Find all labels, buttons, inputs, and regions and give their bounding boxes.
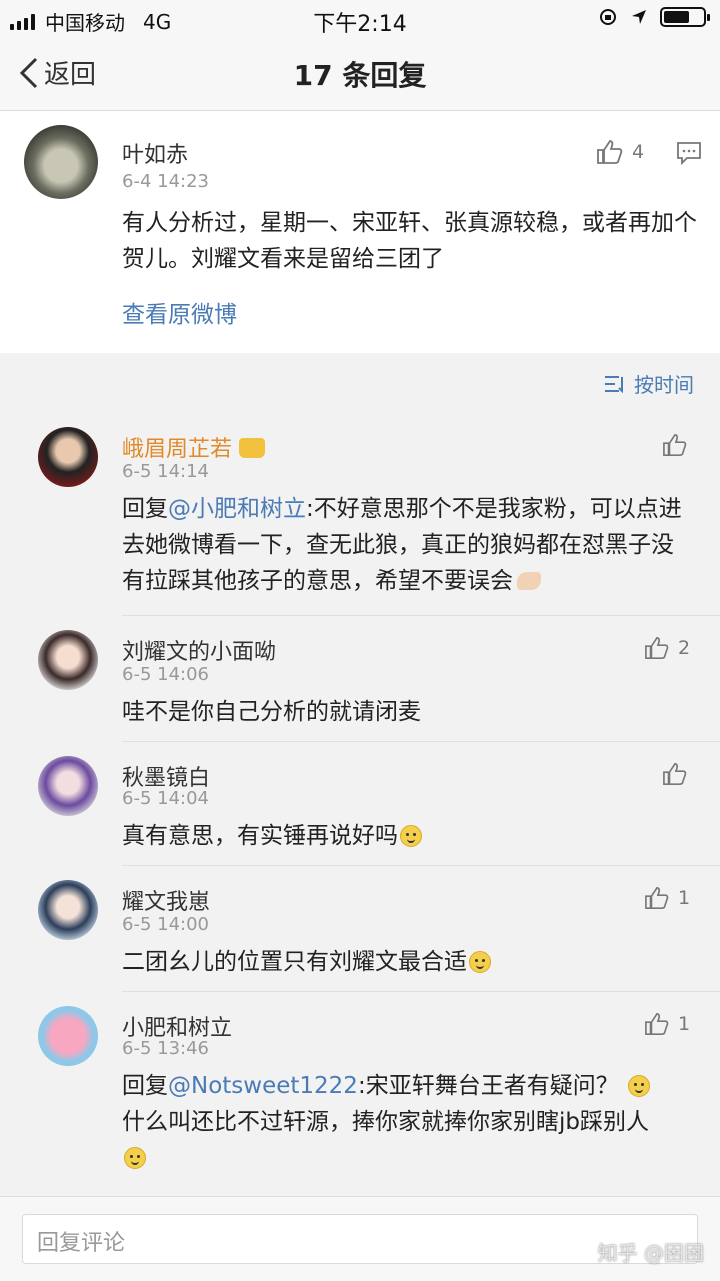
mention-link[interactable]: @小肥和树立 [168,496,306,522]
reply-bar: 回复评论 知乎 @困困 [0,1196,720,1281]
crown-icon [239,438,266,458]
smile-emoji-icon [400,825,422,847]
thinking-emoji-icon [628,1075,651,1097]
thumb-up-icon [663,434,687,456]
location-icon [632,10,646,24]
reply-input[interactable]: 回复评论 [22,1214,698,1264]
like-button[interactable] [662,762,688,786]
main-comment: 叶如赤 6-4 14:23 4 有人分析过，星期一、宋亚轩、张真源较稳，或者再加… [0,111,720,353]
page-title: 17 条回复 [293,59,427,92]
reply-author[interactable]: 峨眉周芷若 [122,431,266,463]
comment-icon[interactable] [676,141,702,165]
comment-author[interactable]: 叶如赤 [122,137,188,169]
reply-time: 6-5 14:14 [122,461,209,482]
mention-link[interactable]: @Notsweet1222 [168,1073,358,1099]
like-count: 4 [632,141,645,163]
orientation-lock-icon [600,9,616,25]
avatar[interactable] [24,125,98,199]
avatar[interactable] [38,1006,98,1066]
like-button[interactable]: 1 [644,886,690,910]
watermark: 知乎 @困困 [597,1241,704,1265]
thumb-up-icon [645,637,669,659]
thumb-up-icon [645,1013,669,1035]
reply-time: 6-5 14:06 [122,664,209,685]
reply-item: 耀文我崽 6-5 14:00 1 二团幺儿的位置只有刘耀文最合适 [0,866,720,992]
reply-item: 峨眉周芷若 6-5 14:14 回复@小肥和树立:不好意思那个不是我家粉，可以点… [0,411,720,616]
view-original-link[interactable]: 查看原微博 [122,297,237,333]
reply-item: 秋墨镜白 6-5 14:04 真有意思，有实锤再说好吗 [0,742,720,866]
status-bar: 中国移动 4G 下午2:14 [0,0,720,38]
reply-text: 回复@Notsweet1222:宋亚轩舞台王者有疑问？ 什么叫还比不过轩源，捧你… [122,1068,692,1176]
thumb-up-icon [597,140,623,164]
thumb-up-icon [663,763,687,785]
like-count: 1 [678,887,691,909]
like-button[interactable]: 1 [644,1012,690,1036]
hands-emoji-icon [517,572,541,590]
like-count: 1 [678,1013,691,1035]
like-count: 2 [678,637,691,659]
reply-author[interactable]: 刘耀文的小面呦 [122,634,276,666]
like-button[interactable] [662,433,688,457]
reply-text: 哇不是你自己分析的就请闭麦 [122,699,421,725]
reply-item: 小肥和树立 6-5 13:46 1 回复@Notsweet1222:宋亚轩舞台王… [0,992,720,1192]
comment-text: 有人分析过，星期一、宋亚轩、张真源较稳，或者再加个贺儿。刘耀文看来是留给三团了 [122,210,697,272]
reply-author[interactable]: 耀文我崽 [122,884,210,916]
reply-time: 6-5 14:04 [122,788,209,809]
comment-time: 6-4 14:23 [122,171,209,192]
like-button[interactable]: 4 [596,139,644,165]
reply-text: 真有意思，有实锤再说好吗 [122,818,682,854]
avatar[interactable] [38,880,98,940]
reply-text: 二团幺儿的位置只有刘耀文最合适 [122,944,682,980]
smile-emoji-icon [469,951,491,973]
like-button[interactable]: 2 [644,636,690,660]
sort-label: 按时间 [634,373,694,397]
reply-item: 刘耀文的小面呦 6-5 14:06 2 哇不是你自己分析的就请闭麦 [0,616,720,742]
avatar[interactable] [38,427,98,487]
avatar[interactable] [38,630,98,690]
battery-icon [660,7,710,27]
sort-bar: 按时间 [0,355,720,411]
sort-icon [605,375,623,393]
reply-time: 6-5 13:46 [122,1038,209,1059]
smile-emoji-icon [124,1147,146,1169]
avatar[interactable] [38,756,98,816]
nav-bar: 返回 17 条回复 [0,38,720,111]
reply-time: 6-5 14:00 [122,914,209,935]
sort-button[interactable]: 按时间 [604,369,694,398]
reply-text: 回复@小肥和树立:不好意思那个不是我家粉，可以点进去她微博看一下，查无此狼，真正… [122,496,682,594]
thumb-up-icon [645,887,669,909]
